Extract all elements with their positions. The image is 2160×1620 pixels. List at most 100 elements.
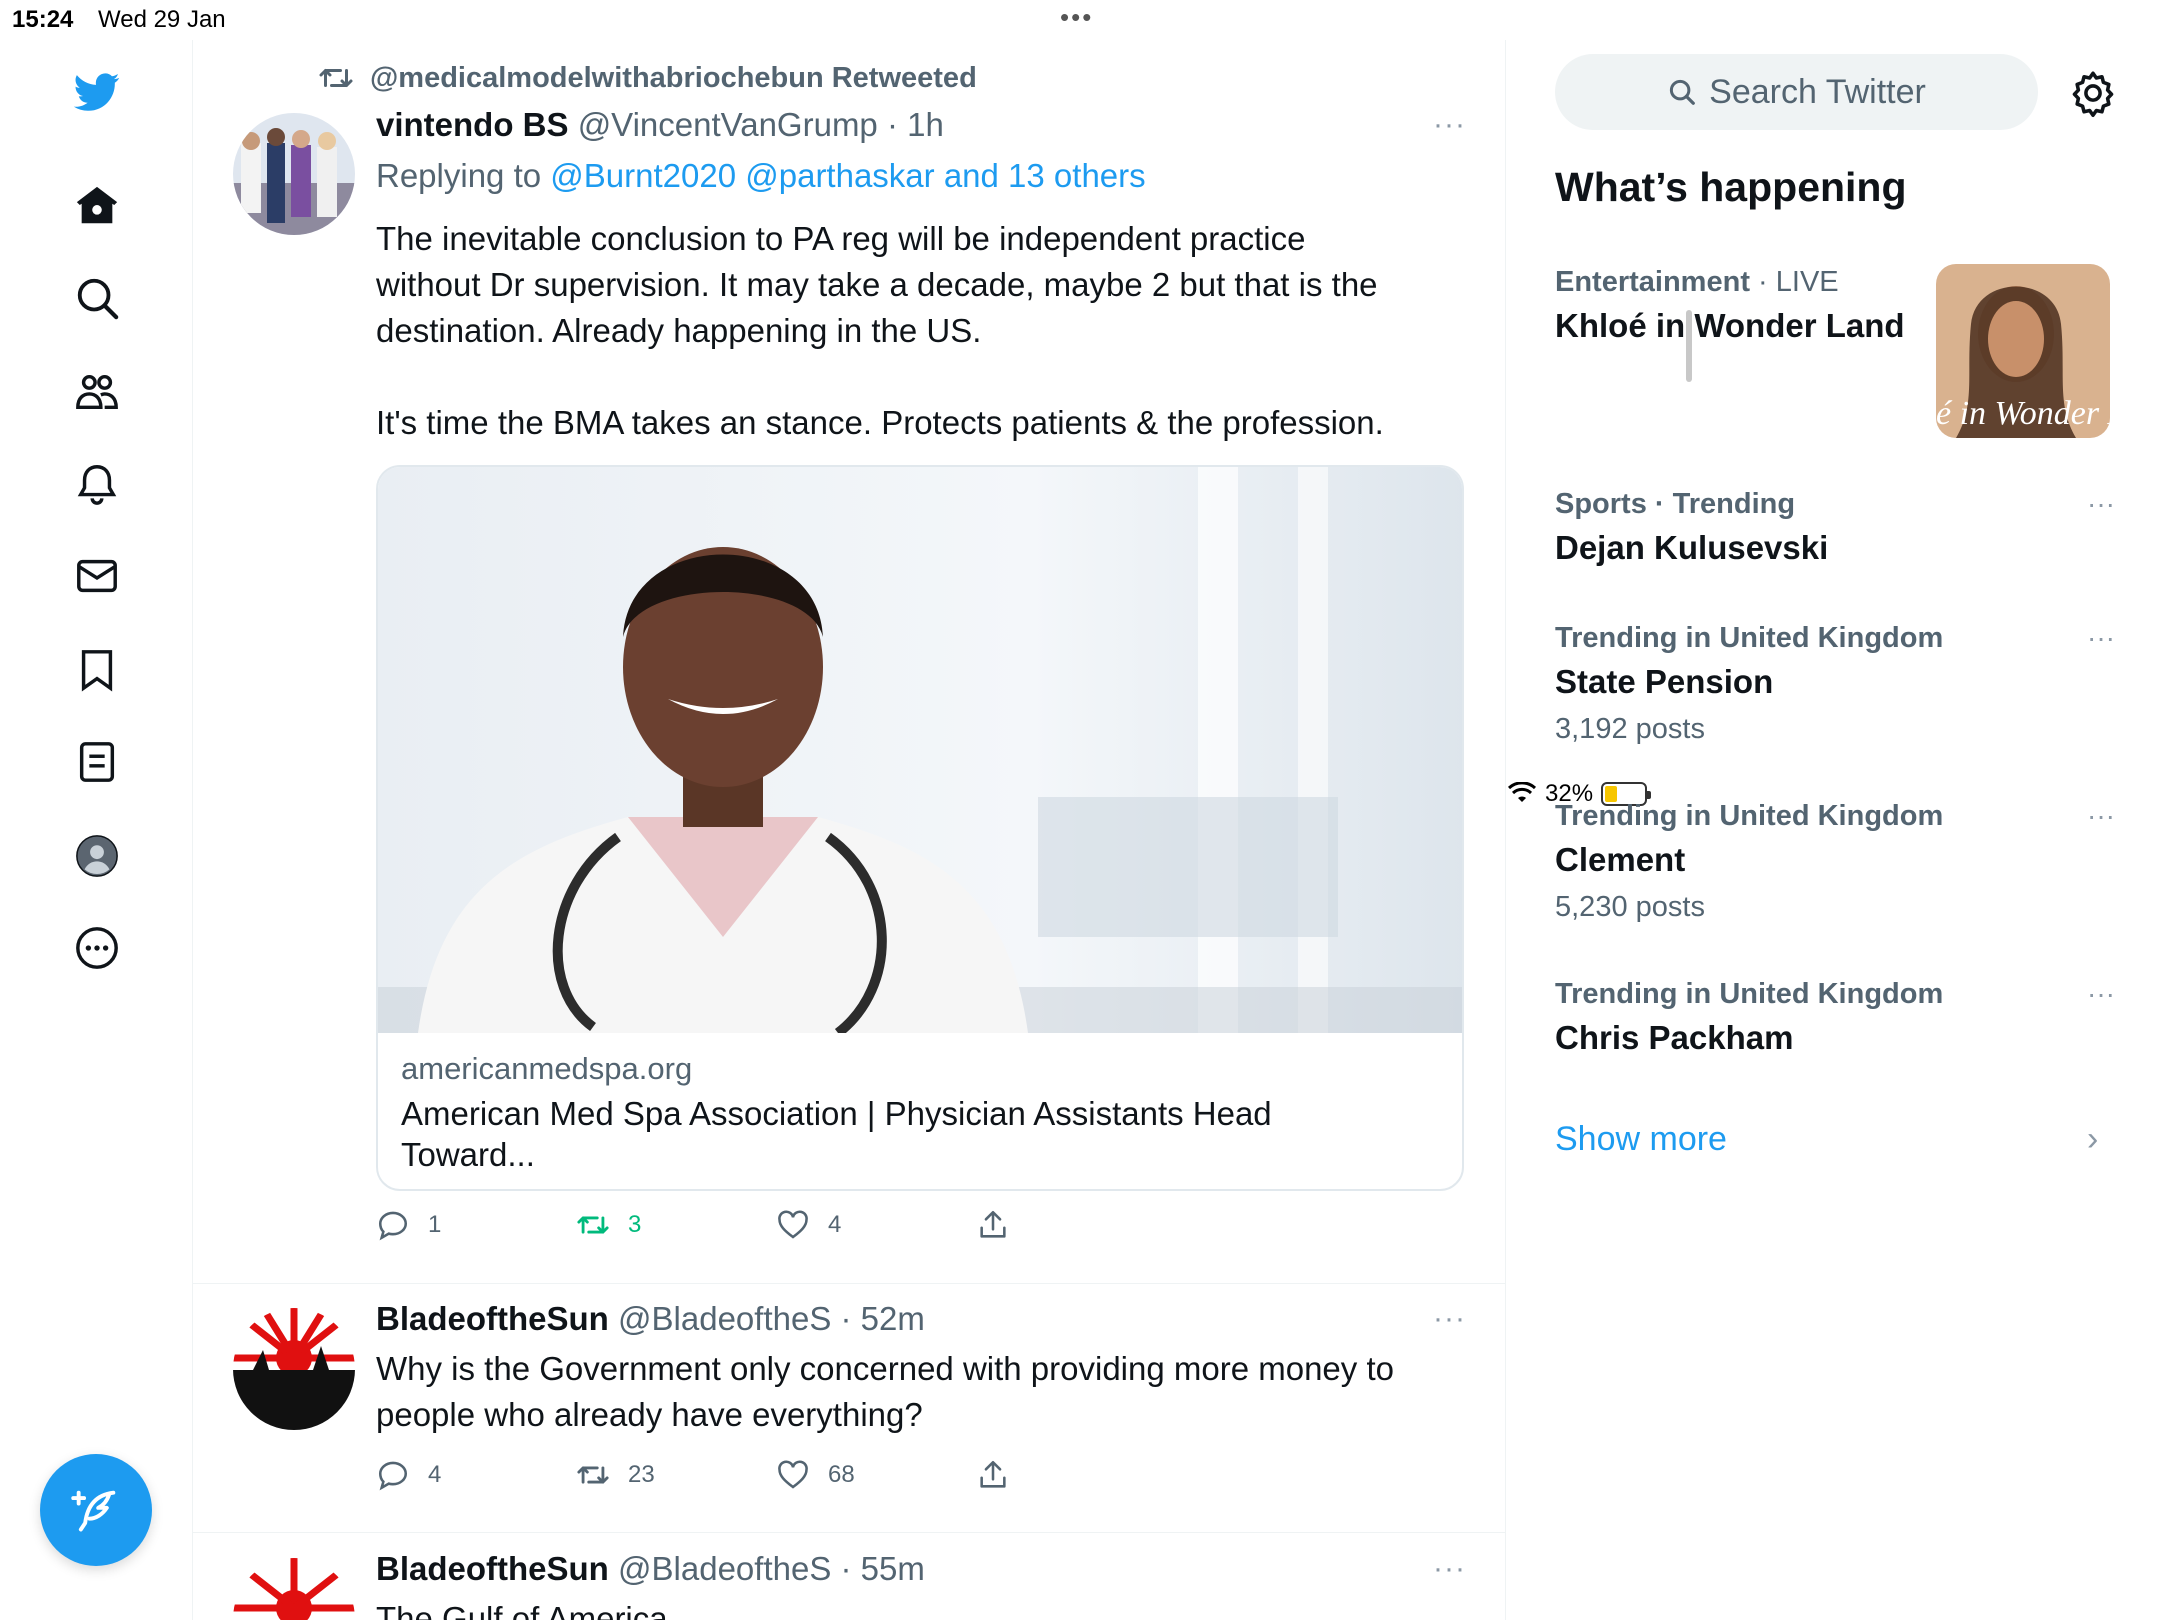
retweet-label[interactable]: @medicalmodelwithabriochebun Retweeted [370,62,977,95]
author-name[interactable]: BladeoftheSun [376,1300,609,1337]
heart-icon [778,1460,808,1489]
multitasking-dots-icon[interactable]: ••• [1060,2,1093,33]
author-handle-time[interactable]: @VincentVanGrump · 1h [578,106,944,143]
tweet-text-line: people who already have everything? [376,1396,923,1433]
trend-more-button[interactable]: ··· [2087,622,2115,654]
status-bar: 15:24 Wed 29 Jan ••• 32% [0,0,2160,807]
tweet-more-button[interactable]: ··· [1433,1302,1466,1336]
twitter-logo-icon[interactable] [57,52,137,132]
communities-icon[interactable] [57,352,137,432]
tweet-actions: 1 3 4 [376,1208,1176,1242]
explore-search-icon[interactable] [57,258,137,338]
left-nav [0,40,193,1620]
retweet-icon [577,1216,609,1234]
reply-button[interactable]: 4 [376,1458,576,1492]
share-button[interactable] [976,1458,1176,1492]
search-icon [1670,79,1696,105]
tweet-header: vintendo BS @VincentVanGrump · 1h [376,106,944,144]
trend-post-count: 5,230 posts [1555,891,1705,923]
reply-icon [378,1211,408,1241]
chevron-right-icon[interactable]: › [2087,1120,2098,1159]
share-icon [980,1210,1006,1238]
search-input[interactable]: Search Twitter [1555,54,2038,130]
trend-category: Trending in United Kingdom [1555,622,1944,654]
trend-name: State Pension [1555,663,1774,700]
trend-image-text: é in Wonder L [1936,395,2110,432]
home-icon[interactable] [57,166,137,246]
reply-count: 1 [428,1211,442,1238]
retweet-count: 23 [628,1461,655,1488]
tweet-header: BladeoftheSun @BladeoftheS · 52m [376,1300,925,1338]
show-more-link[interactable]: Show more [1555,1120,1727,1159]
settings-gear-icon[interactable] [2068,68,2118,118]
retweet-count: 3 [628,1211,642,1238]
tweet-text-line: Why is the Government only concerned wit… [376,1350,1394,1387]
author-handle-time[interactable]: @BladeoftheS · 52m [618,1300,925,1337]
reply-button[interactable]: 1 [376,1208,576,1242]
link-card-title-line: Toward... [401,1136,535,1173]
trend-name: Chris Packham [1555,1019,1794,1056]
link-card-title: American Med Spa Association | Physician… [401,1093,1441,1175]
trend-category: Trending in United Kingdom [1555,978,1944,1010]
retweet-button[interactable]: 23 [576,1458,776,1492]
trend-name: Dejan Kulusevski [1555,529,1829,566]
tweet-divider [193,1283,1506,1284]
link-card-domain: americanmedspa.org [401,1051,693,1086]
compose-tweet-button[interactable] [40,1454,152,1566]
trend-category: Sports · Trending [1555,488,1796,520]
replying-links[interactable]: @Burnt2020 @parthaskar and 13 others [550,157,1145,194]
timeline: @medicalmodelwithabriochebun Retweeted v… [193,40,1692,1620]
lists-icon[interactable] [57,722,137,802]
profile-avatar-icon[interactable] [57,816,137,896]
trend-item[interactable]: Sports · Trending Dejan Kulusevski ··· [1555,488,2115,567]
share-button[interactable] [976,1208,1176,1242]
avatar[interactable] [233,1558,355,1620]
like-button[interactable]: 4 [776,1208,976,1242]
link-card[interactable]: americanmedspa.org American Med Spa Asso… [376,465,1464,1191]
tweet-more-button[interactable]: ··· [1433,1552,1466,1586]
replying-to: Replying to @Burnt2020 @parthaskar and 1… [376,157,1146,195]
tweet-more-button[interactable]: ··· [1433,108,1466,142]
trend-item[interactable]: Trending in United Kingdom Chris Packham… [1555,978,2115,1057]
avatar[interactable] [233,1308,355,1430]
tweet-text-line: destination. Already happening in the US… [376,312,982,349]
search-placeholder: Search Twitter [1709,72,1926,111]
tweet-text: Why is the Government only concerned wit… [376,1346,1466,1438]
retweet-context: @medicalmodelwithabriochebun Retweeted [318,60,977,96]
author-handle-time[interactable]: @BladeoftheS · 55m [618,1550,925,1587]
trend-more-button[interactable]: ··· [2087,978,2115,1010]
author-name[interactable]: vintendo BS [376,106,569,143]
retweet-button[interactable]: 3 [576,1208,776,1242]
tweet-text-line: The inevitable conclusion to PA reg will… [376,220,1306,257]
reply-icon [378,1461,408,1491]
link-card-title-line: American Med Spa Association | Physician… [401,1095,1272,1132]
tweet-text-line: It's time the BMA takes an stance. Prote… [376,404,1384,441]
trend-item[interactable]: Trending in United Kingdom State Pension… [1555,622,2115,746]
retweet-icon [577,1466,609,1484]
link-card-image [378,467,1462,1033]
like-button[interactable]: 68 [776,1458,976,1492]
retweet-icon [319,69,353,87]
tweet-text: The inevitable conclusion to PA reg will… [376,216,1466,446]
trend-item[interactable]: Trending in United Kingdom Clement 5,230… [1555,800,2115,924]
replying-prefix: Replying to [376,157,542,194]
messages-envelope-icon[interactable] [57,536,137,616]
reply-count: 4 [428,1461,442,1488]
trend-more-button[interactable]: ··· [2087,800,2115,832]
trend-name: Clement [1555,841,1686,878]
more-options-icon[interactable] [57,908,137,988]
author-name[interactable]: BladeoftheSun [376,1550,609,1587]
avatar[interactable] [233,113,355,235]
bookmarks-icon[interactable] [57,630,137,710]
notifications-bell-icon[interactable] [57,444,137,524]
right-sidebar: Search Twitter What’s happening Entertai… [1507,40,2160,1620]
heart-icon [778,1210,808,1239]
like-count: 68 [828,1461,855,1488]
trend-more-button[interactable]: ··· [2087,488,2115,520]
trend-image[interactable]: é in Wonder L [1936,264,2110,438]
status-time: 15:24 [12,6,74,33]
compose-feather-icon [71,1490,116,1532]
tweet-text-line: without Dr supervision. It may take a de… [376,266,1378,303]
trend-live-tag: · LIVE [1758,266,1839,298]
tweet-header: BladeoftheSun @BladeoftheS · 55m [376,1550,925,1588]
